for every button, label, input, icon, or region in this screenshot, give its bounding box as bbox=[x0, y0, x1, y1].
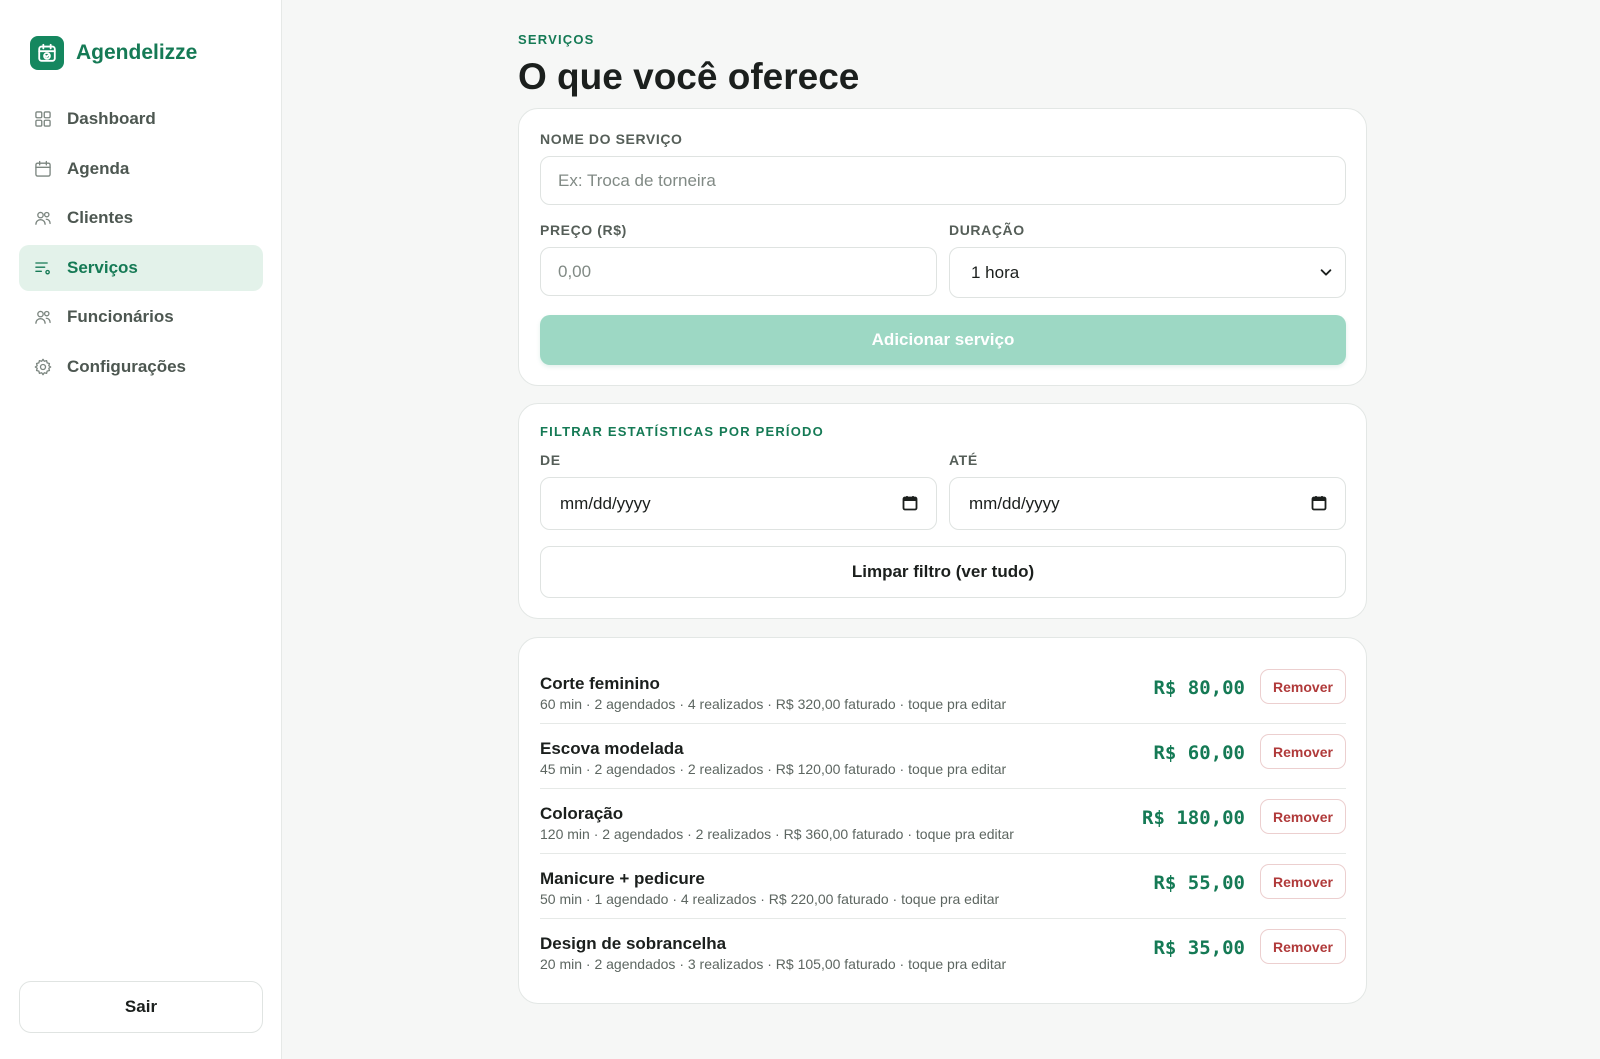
service-row[interactable]: Design de sobrancelha 20 min · 2 agendad… bbox=[540, 919, 1346, 984]
service-name: Corte feminino bbox=[540, 674, 660, 693]
date-to-value: mm/dd/yyyy bbox=[969, 493, 1060, 513]
logout-button[interactable]: Sair bbox=[19, 981, 263, 1033]
services-list-card: Corte feminino 60 min · 2 agendados · 4 … bbox=[518, 637, 1367, 1004]
date-from-input[interactable]: mm/dd/yyyy bbox=[540, 477, 937, 530]
brand-name: Agendelizze bbox=[76, 41, 198, 64]
chevron-down-icon bbox=[1320, 269, 1332, 276]
price-label: PREÇO (R$) bbox=[540, 222, 627, 238]
brand[interactable]: Agendelizze bbox=[30, 36, 197, 70]
calendar-picker-icon[interactable] bbox=[1311, 495, 1327, 511]
sidebar-item-agenda[interactable]: Agenda bbox=[19, 146, 263, 192]
stats-filter-card: FILTRAR ESTATÍSTICAS POR PERÍODO DE mm/d… bbox=[518, 403, 1367, 619]
service-price: R$ 180,00 bbox=[1142, 807, 1245, 829]
staff-icon bbox=[35, 310, 51, 324]
service-price: R$ 60,00 bbox=[1153, 742, 1245, 764]
sidebar-item-label: Serviços bbox=[67, 257, 138, 277]
sidebar-item-label: Clientes bbox=[67, 208, 134, 227]
page-eyebrow: SERVIÇOS bbox=[518, 32, 595, 47]
price-input[interactable]: 0,00 bbox=[540, 247, 937, 296]
service-meta: 50 min · 1 agendado · 4 realizados · R$ … bbox=[540, 891, 1000, 907]
service-meta: 60 min · 2 agendados · 4 realizados · R$… bbox=[540, 696, 1007, 712]
sidebar-item-label: Configurações bbox=[67, 356, 187, 376]
sidebar-item-label: Dashboard bbox=[67, 109, 156, 128]
service-price: R$ 80,00 bbox=[1153, 677, 1245, 699]
sidebar: Agendelizze Dashboard Agenda Clientes Se… bbox=[0, 0, 282, 1059]
gear-icon bbox=[34, 358, 52, 375]
date-from-value: mm/dd/yyyy bbox=[560, 493, 651, 513]
remove-service-button[interactable]: Remover bbox=[1260, 929, 1346, 964]
service-row[interactable]: Manicure + pedicure 50 min · 1 agendado … bbox=[540, 854, 1346, 919]
service-price: R$ 35,00 bbox=[1153, 937, 1245, 959]
sidebar-item-label: Agenda bbox=[67, 158, 130, 178]
date-to-input[interactable]: mm/dd/yyyy bbox=[949, 477, 1346, 530]
service-row[interactable]: Coloração 120 min · 2 agendados · 2 real… bbox=[540, 789, 1346, 854]
filter-title: FILTRAR ESTATÍSTICAS POR PERÍODO bbox=[540, 424, 824, 439]
sidebar-item-clientes[interactable]: Clientes bbox=[19, 195, 263, 241]
calendar-check-logo-icon bbox=[30, 36, 64, 70]
calendar-picker-icon[interactable] bbox=[902, 495, 918, 511]
sidebar-item-label: Funcionários bbox=[67, 307, 174, 326]
service-price: R$ 55,00 bbox=[1153, 872, 1245, 894]
users-icon bbox=[35, 211, 51, 225]
sidebar-item-funcionarios[interactable]: Funcionários bbox=[19, 294, 263, 340]
clear-filter-button[interactable]: Limpar filtro (ver tudo) bbox=[540, 546, 1346, 598]
service-name: Design de sobrancelha bbox=[540, 934, 727, 953]
service-name: Coloração bbox=[540, 804, 624, 823]
remove-service-button[interactable]: Remover bbox=[1260, 864, 1346, 899]
service-name-input[interactable]: Ex: Troca de torneira bbox=[540, 156, 1346, 205]
service-meta: 45 min · 2 agendados · 2 realizados · R$… bbox=[540, 761, 1007, 777]
remove-service-button[interactable]: Remover bbox=[1260, 669, 1346, 704]
add-service-button[interactable]: Adicionar serviço bbox=[540, 315, 1346, 365]
grid-icon bbox=[35, 111, 51, 127]
calendar-icon bbox=[35, 160, 51, 177]
service-name: Manicure + pedicure bbox=[540, 869, 705, 888]
list-icon bbox=[35, 261, 50, 274]
duration-value: 1 hora bbox=[971, 262, 1020, 282]
remove-service-button[interactable]: Remover bbox=[1260, 799, 1346, 834]
service-meta: 20 min · 2 agendados · 3 realizados · R$… bbox=[540, 956, 1007, 972]
duration-label: DURAÇÃO bbox=[949, 222, 1025, 238]
service-row[interactable]: Escova modelada 45 min · 2 agendados · 2… bbox=[540, 724, 1346, 789]
service-name-label: NOME DO SERVIÇO bbox=[540, 131, 683, 147]
sidebar-item-configuracoes[interactable]: Configurações bbox=[19, 344, 263, 390]
sidebar-item-servicos[interactable]: Serviços bbox=[19, 244, 263, 291]
date-from-label: DE bbox=[540, 452, 561, 468]
page-title: O que você oferece bbox=[518, 56, 860, 97]
service-row[interactable]: Corte feminino 60 min · 2 agendados · 4 … bbox=[540, 659, 1346, 724]
remove-service-button[interactable]: Remover bbox=[1260, 734, 1346, 769]
sidebar-item-dashboard[interactable]: Dashboard bbox=[19, 96, 263, 142]
duration-select[interactable]: 1 hora bbox=[949, 247, 1346, 298]
date-to-label: ATÉ bbox=[949, 452, 978, 468]
add-service-card: NOME DO SERVIÇO Ex: Troca de torneira PR… bbox=[518, 108, 1367, 386]
service-meta: 120 min · 2 agendados · 2 realizados · R… bbox=[540, 826, 1014, 842]
service-name: Escova modelada bbox=[540, 739, 684, 758]
sidebar-nav: Dashboard Agenda Clientes Serviços Funci… bbox=[19, 96, 263, 393]
